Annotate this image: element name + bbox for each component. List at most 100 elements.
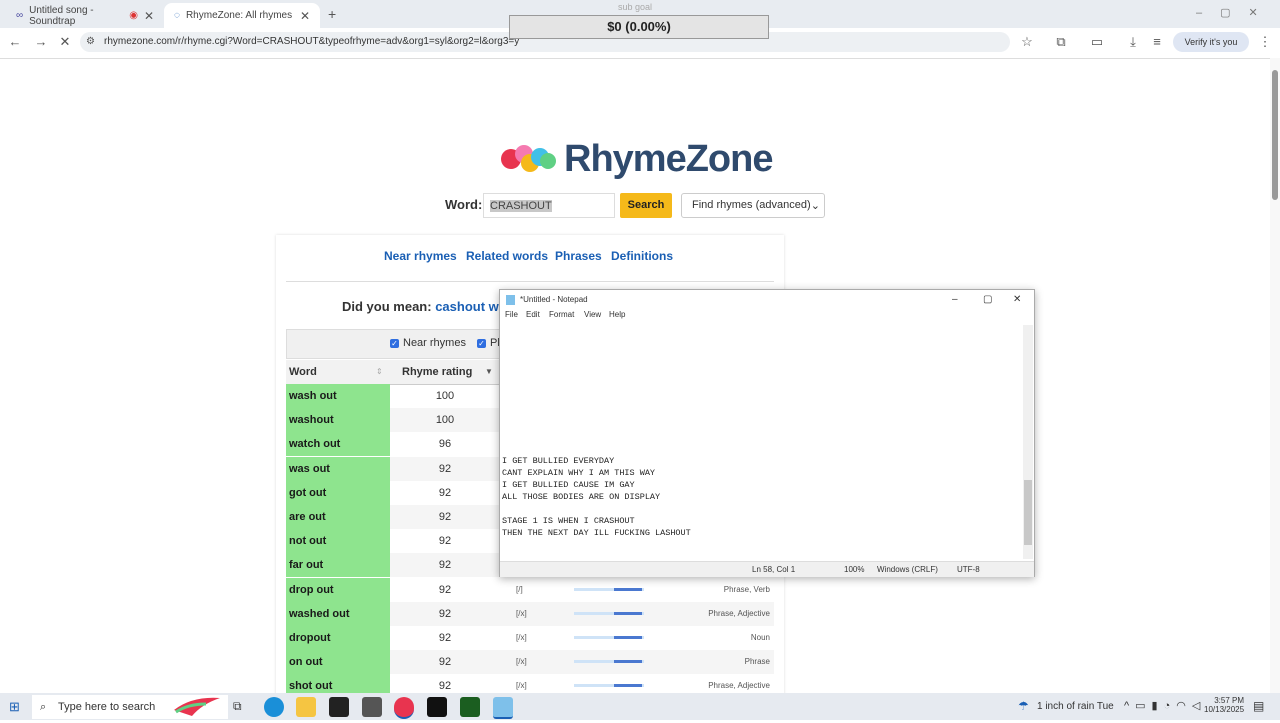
loading-icon: ◌: [174, 10, 180, 21]
word-label: Word:: [445, 197, 483, 212]
rhyme-word[interactable]: far out: [286, 553, 390, 578]
mail-icon[interactable]: [362, 697, 382, 717]
popularity-bar: [574, 636, 644, 639]
menu-edit[interactable]: Edit: [526, 310, 540, 319]
did-you-mean-link[interactable]: cashout wa: [435, 299, 506, 314]
rhyme-word[interactable]: on out: [286, 650, 390, 675]
task-view-icon[interactable]: ⧉: [233, 699, 242, 714]
tab-rhymezone[interactable]: ◌ RhymeZone: All rhymes for CR/ ✕: [164, 3, 320, 28]
bookmark-star-icon[interactable]: ☆: [1018, 33, 1036, 51]
app-icon[interactable]: [460, 697, 480, 717]
tab-definitions[interactable]: Definitions: [611, 249, 673, 263]
extensions-icon[interactable]: ⧉: [1052, 33, 1070, 51]
notepad-line: STAGE 1 IS WHEN I CRASHOUT: [502, 516, 635, 526]
stress-pattern: [/x]: [516, 608, 527, 618]
rhyme-word[interactable]: wash out: [286, 384, 390, 408]
close-icon[interactable]: ✕: [1013, 290, 1021, 310]
minimize-icon[interactable]: –: [952, 290, 958, 310]
close-icon[interactable]: ✕: [144, 9, 154, 23]
site-info-icon[interactable]: ⚙: [86, 36, 95, 47]
search-icon: ⌕: [40, 701, 47, 713]
system-tray-icons[interactable]: ^▭▮◔◠◁: [1124, 699, 1206, 712]
window-controls[interactable]: –▢✕: [1196, 6, 1276, 19]
menu-icon[interactable]: ⋮: [1256, 33, 1274, 51]
menu-view[interactable]: View: [584, 310, 601, 319]
weather-text[interactable]: 1 inch of rain Tue: [1037, 701, 1114, 712]
sort-desc-icon[interactable]: ▼: [485, 367, 493, 376]
rhyme-word[interactable]: washed out: [286, 601, 390, 626]
near-rhymes-checkbox[interactable]: ✓ Near rhymes: [390, 337, 466, 349]
download-icon[interactable]: ⤓: [1124, 33, 1142, 51]
notepad-status-bar: Ln 58, Col 1 100% Windows (CRLF) UTF-8: [500, 561, 1034, 577]
notepad-text-area[interactable]: I GET BULLIED EVERYDAY CANT EXPLAIN WHY I…: [502, 455, 691, 539]
notepad-window: *Untitled - Notepad – ▢ ✕ File Edit Form…: [499, 289, 1035, 577]
rhyme-word[interactable]: not out: [286, 529, 390, 554]
checkmark-icon: ✓: [477, 338, 486, 348]
logo-text: RhymeZone: [564, 137, 773, 180]
rhyme-word[interactable]: got out: [286, 480, 390, 505]
rhyme-word[interactable]: drop out: [286, 577, 390, 602]
notepad-scroll-thumb[interactable]: [1024, 480, 1032, 545]
rhyme-rating: 92: [438, 632, 452, 644]
tab-phrases[interactable]: Phrases: [555, 249, 602, 263]
notepad-line: THEN THE NEXT DAY ILL FUCKING LASHOUT: [502, 528, 691, 538]
menu-file[interactable]: File: [505, 310, 518, 319]
search-button[interactable]: Search: [620, 193, 672, 218]
word-input[interactable]: CRASHOUT: [483, 193, 615, 218]
rhyme-word[interactable]: was out: [286, 456, 390, 481]
sort-icon[interactable]: ⇕: [376, 367, 383, 376]
word-type: Phrase, Adjective: [708, 608, 770, 618]
back-icon[interactable]: ←: [6, 33, 24, 51]
rhyme-word[interactable]: washout: [286, 408, 390, 433]
tab-soundtrap[interactable]: ∞ Untitled song - Soundtrap ◉ ✕: [6, 3, 164, 28]
page-scroll-thumb[interactable]: [1272, 70, 1278, 200]
epic-games-icon[interactable]: [427, 697, 447, 717]
notepad-title-bar[interactable]: *Untitled - Notepad – ▢ ✕: [500, 290, 1034, 310]
word-value: CRASHOUT: [490, 200, 552, 212]
zoom-level: 100%: [844, 565, 865, 574]
menu-format[interactable]: Format: [549, 310, 574, 319]
menu-help[interactable]: Help: [609, 310, 625, 319]
close-icon[interactable]: ✕: [300, 9, 310, 23]
verify-button[interactable]: Verify it's you: [1173, 32, 1249, 52]
windows-start-icon[interactable]: ⊞: [9, 699, 20, 715]
edge-icon[interactable]: [264, 697, 284, 717]
tab-related-words[interactable]: Related words: [466, 249, 548, 263]
rhyme-rating: 92: [438, 511, 452, 523]
clock[interactable]: 3:57 PM 10/13/2025: [1204, 696, 1244, 714]
column-rhyme-rating[interactable]: Rhyme rating: [402, 366, 472, 378]
file-explorer-icon[interactable]: [296, 697, 316, 717]
stop-loading-icon[interactable]: ✕: [56, 33, 74, 51]
rhymezone-logo[interactable]: RhymeZone: [500, 136, 780, 182]
search-highlight-icon[interactable]: [172, 694, 222, 718]
rhyme-type-select[interactable]: Find rhymes (advanced) ⌄: [681, 193, 825, 218]
goal-value: $0 (0.00%): [607, 19, 671, 34]
divider: [286, 281, 774, 282]
rhyme-word[interactable]: dropout: [286, 626, 390, 650]
table-row: on out 92 [/x] Phrase: [286, 650, 774, 675]
notifications-icon[interactable]: ▤: [1253, 699, 1264, 713]
rhyme-word[interactable]: are out: [286, 505, 390, 529]
rhyme-rating: 92: [438, 559, 452, 572]
stress-pattern: [/x]: [516, 633, 527, 642]
cast-icon[interactable]: ▭: [1088, 33, 1106, 51]
rhyme-word[interactable]: watch out: [286, 432, 390, 457]
rhyme-rating: 92: [438, 656, 452, 669]
forward-icon[interactable]: →: [32, 33, 50, 51]
chrome-icon[interactable]: [394, 697, 414, 719]
tab-near-rhymes[interactable]: Near rhymes: [384, 249, 457, 263]
notepad-title: *Untitled - Notepad: [520, 295, 588, 304]
reading-list-icon[interactable]: ≡: [1148, 33, 1166, 51]
line-ending: Windows (CRLF): [877, 565, 938, 574]
phrases-checkbox[interactable]: ✓ Pl: [477, 337, 500, 349]
column-word[interactable]: Word: [289, 366, 317, 378]
new-tab-icon[interactable]: +: [328, 6, 336, 22]
notepad-taskbar-icon[interactable]: [493, 697, 513, 719]
notepad-line: [502, 503, 691, 515]
rhyme-rating: 100: [435, 414, 455, 427]
word-type: Noun: [750, 633, 770, 642]
store-icon[interactable]: [329, 697, 349, 717]
maximize-icon[interactable]: ▢: [983, 290, 992, 310]
table-row: drop out 92 [/] Phrase, Verb: [286, 577, 774, 602]
rhyme-rating: 92: [438, 607, 452, 620]
